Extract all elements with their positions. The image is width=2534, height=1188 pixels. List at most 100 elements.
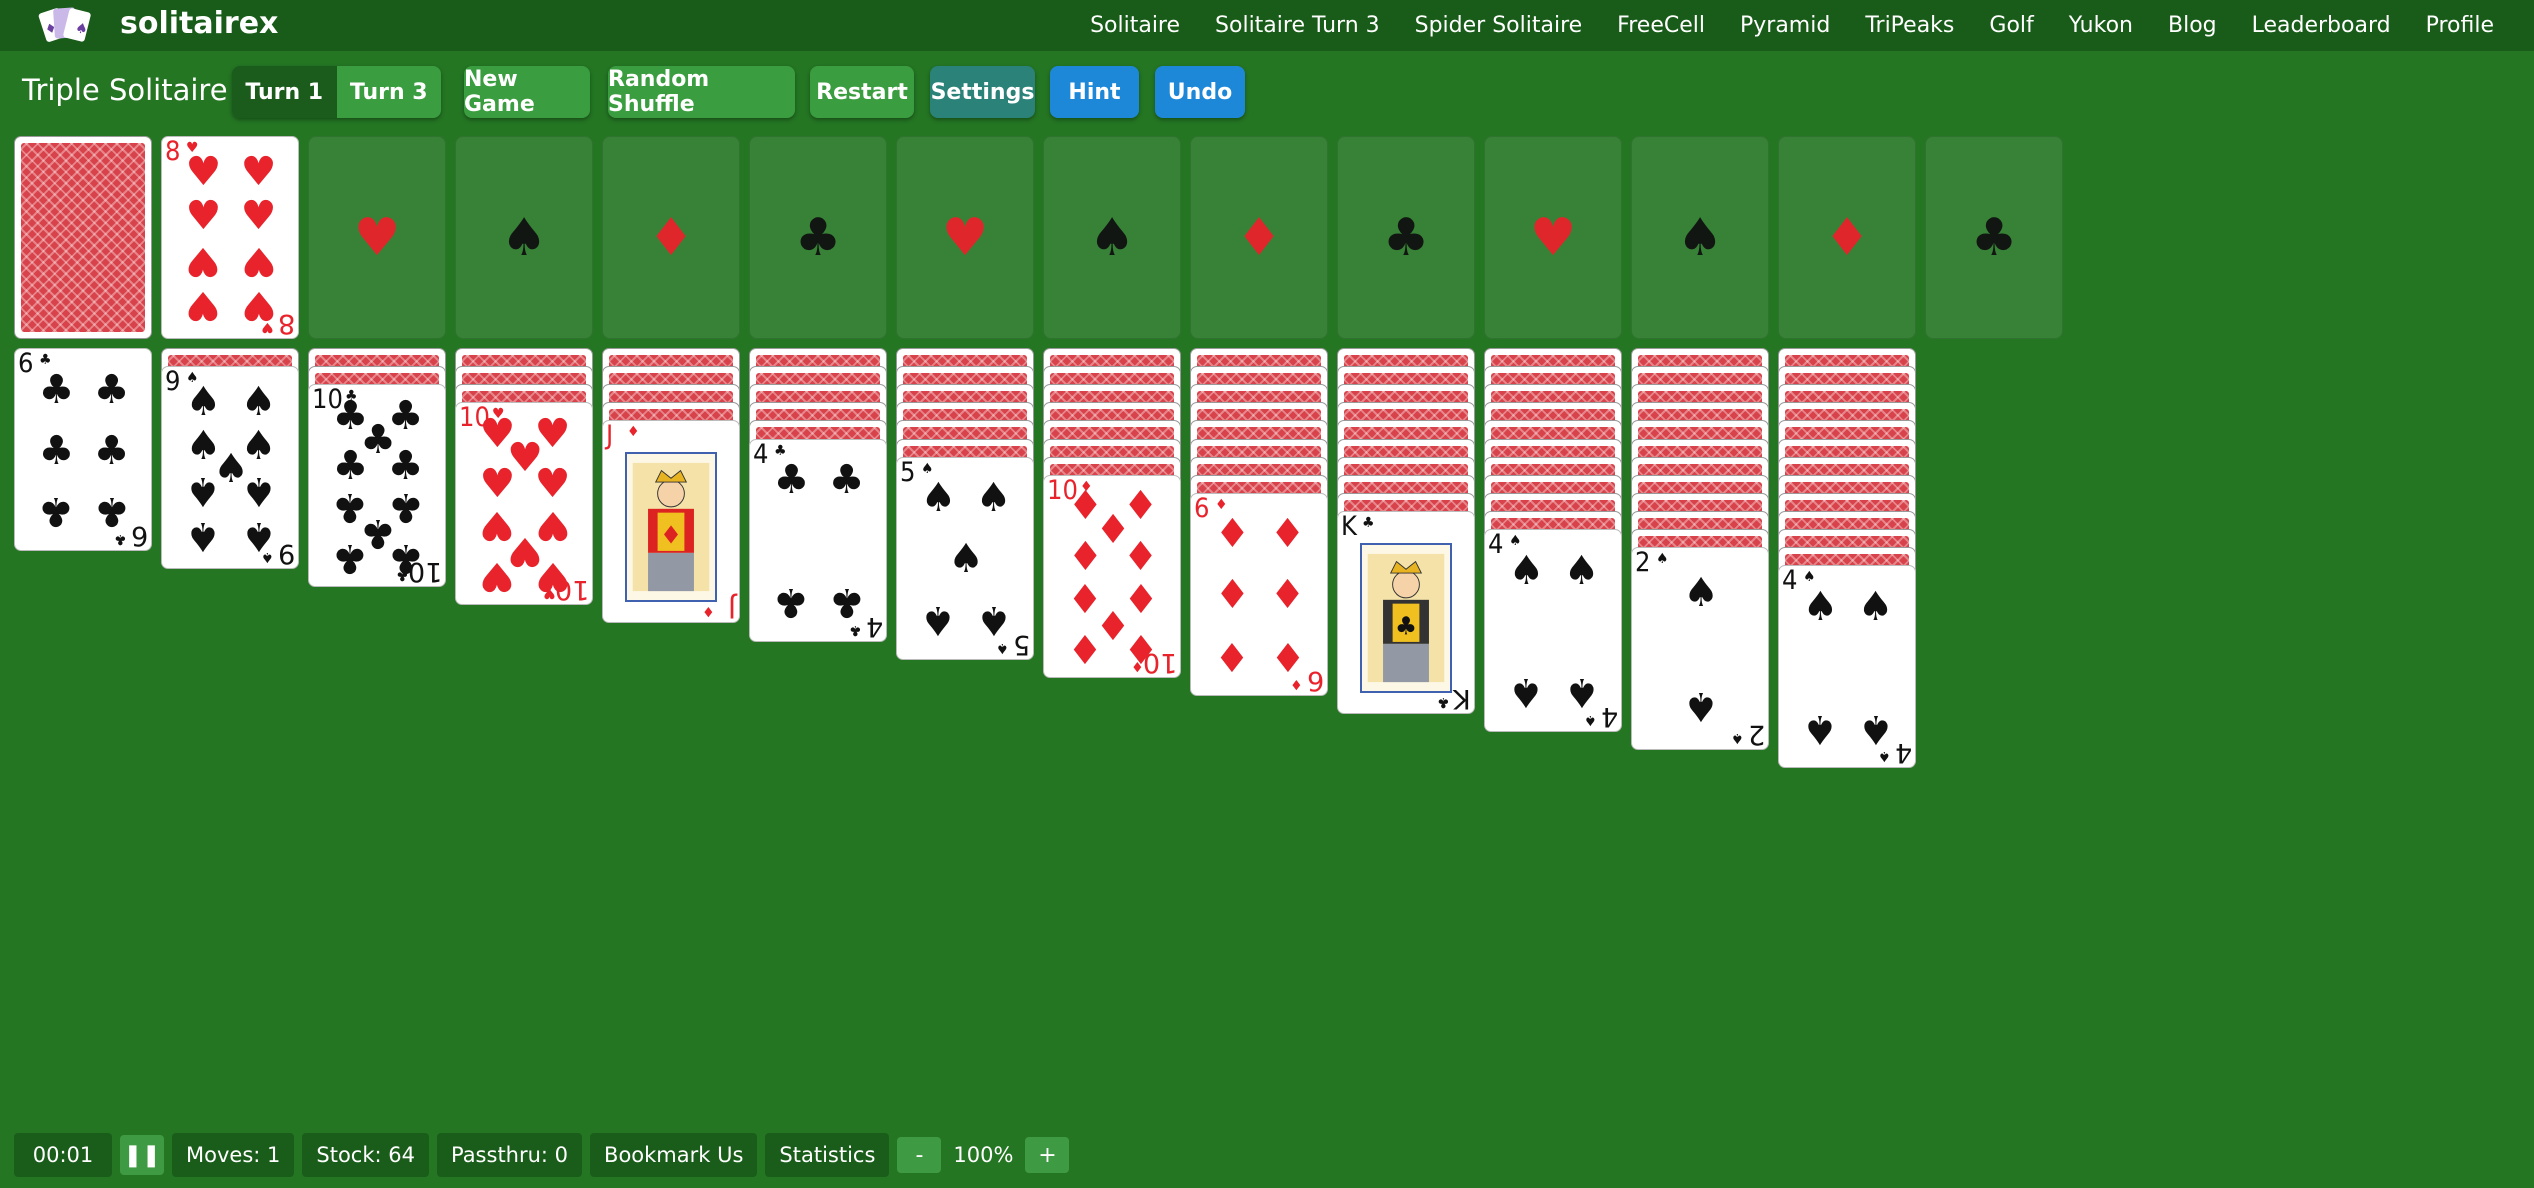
clubs-icon: ♣ xyxy=(1970,207,2018,268)
hearts-icon: ♥ xyxy=(240,282,277,329)
foundation-slot-2[interactable]: ♠ xyxy=(455,136,593,339)
diamonds-icon: ♦ xyxy=(1067,533,1104,580)
diamonds-icon: ♦ xyxy=(1215,496,1228,513)
moves-counter: Moves: 1 xyxy=(172,1133,295,1177)
hearts-icon: ♥ xyxy=(479,552,516,599)
waste-pile-card[interactable]: 8 ♥ 8 ♥ ♥ ♥ ♥ ♥ ♥ ♥ ♥ ♥ xyxy=(161,136,299,339)
tableau-card-col-9[interactable]: 6 ♦ 6 ♦ ♦ ♦ ♦ ♦ ♦ ♦ xyxy=(1190,492,1328,696)
nav-link-profile[interactable]: Profile xyxy=(2426,13,2494,38)
foundation-slot-11[interactable]: ♦ xyxy=(1778,136,1916,339)
spades-icon: ♠ xyxy=(1676,207,1724,268)
stock-counter: Stock: 64 xyxy=(302,1133,429,1177)
nav-link-solitaire[interactable]: Solitaire xyxy=(1090,13,1180,38)
turn-3-button[interactable]: Turn 3 xyxy=(336,66,441,118)
clubs-icon: ♣ xyxy=(387,534,424,581)
tableau-card-col-8[interactable]: 10 ♦ 10 ♦ ♦ ♦ ♦ ♦ ♦ ♦ ♦ ♦ ♦ ♦ xyxy=(1043,474,1181,678)
diamonds-icon: ♦ xyxy=(1122,625,1159,672)
tableau-card-col-10[interactable]: K ♣ K ♣ ♣ xyxy=(1337,510,1475,714)
foundation-slot-8[interactable]: ♣ xyxy=(1337,136,1475,339)
nav-link-freecell[interactable]: FreeCell xyxy=(1617,13,1705,38)
tableau-card-col-7[interactable]: 5 ♠ 5 ♠ ♠ ♠ ♠ ♠ ♠ xyxy=(896,456,1034,660)
nav-link-spider-solitaire[interactable]: Spider Solitaire xyxy=(1415,13,1583,38)
nav-link-blog[interactable]: Blog xyxy=(2168,13,2217,38)
foundation-slot-12[interactable]: ♣ xyxy=(1925,136,2063,339)
spades-icon: ♠ xyxy=(1563,547,1600,594)
tableau-card-col-5[interactable]: J ♦ J ♦ ♦ xyxy=(602,420,740,624)
tableau-card-col-13[interactable]: 4 ♠ 4 ♠ ♠ ♠ ♠ ♠ xyxy=(1778,565,1916,769)
tableau-card-col-6[interactable]: 4 ♣ 4 ♣ ♣ ♣ ♣ ♣ xyxy=(749,438,887,642)
hearts-icon: ♥ xyxy=(240,237,277,284)
card-rank: 6 xyxy=(1194,492,1210,524)
tableau-card-col-2[interactable]: 9 ♠ 9 ♠ ♠ ♠ ♠ ♠ ♠ ♠ ♠ ♠ ♠ xyxy=(161,366,299,570)
clubs-icon: ♣ xyxy=(774,442,787,459)
card-rank: 4 xyxy=(1782,565,1798,597)
pause-button[interactable]: ❚❚ xyxy=(120,1135,164,1175)
clubs-icon: ♣ xyxy=(39,352,52,368)
stock-pile[interactable] xyxy=(14,136,152,339)
nav-link-leaderboard[interactable]: Leaderboard xyxy=(2252,13,2391,38)
foundation-slot-4[interactable]: ♣ xyxy=(749,136,887,339)
top-nav: ♠ ♦ solitairex Solitaire Solitaire Turn … xyxy=(0,0,2534,51)
foundation-slot-1[interactable]: ♥ xyxy=(308,136,446,339)
spades-icon: ♠ xyxy=(920,475,957,522)
foundation-slot-6[interactable]: ♠ xyxy=(1043,136,1181,339)
clubs-icon: ♣ xyxy=(114,531,127,547)
card-rank: 6 xyxy=(18,348,34,379)
spades-icon: ♠ xyxy=(1508,547,1545,594)
clubs-icon: ♣ xyxy=(38,488,75,535)
card-rank: K xyxy=(1453,682,1471,714)
svg-text:♠: ♠ xyxy=(73,20,89,39)
nav-link-golf[interactable]: Golf xyxy=(1989,13,2033,38)
settings-button[interactable]: Settings xyxy=(930,66,1035,118)
nav-link-yukon[interactable]: Yukon xyxy=(2069,13,2133,38)
hint-button[interactable]: Hint xyxy=(1050,66,1139,118)
undo-button[interactable]: Undo xyxy=(1155,66,1245,118)
spades-icon: ♠ xyxy=(1563,669,1600,716)
new-game-button[interactable]: New Game xyxy=(464,66,590,118)
nav-link-solitaire-turn-3[interactable]: Solitaire Turn 3 xyxy=(1215,13,1380,38)
foundation-slot-5[interactable]: ♥ xyxy=(896,136,1034,339)
cards-logo-icon[interactable]: ♠ ♦ xyxy=(36,4,94,48)
zoom-out-button[interactable]: - xyxy=(897,1137,942,1173)
spades-icon: ♠ xyxy=(1509,533,1522,549)
clubs-icon: ♣ xyxy=(828,457,865,504)
foundation-slot-3[interactable]: ♦ xyxy=(602,136,740,339)
nav-link-pyramid[interactable]: Pyramid xyxy=(1740,13,1830,38)
hearts-icon: ♥ xyxy=(353,207,401,268)
card-rank: 4 xyxy=(865,610,883,642)
tableau-card-col-3[interactable]: 10 ♣ 10 ♣ ♣ ♣ ♣ ♣ ♣ ♣ ♣ ♣ ♣ ♣ xyxy=(308,384,446,588)
restart-button[interactable]: Restart xyxy=(810,66,914,118)
hearts-icon: ♥ xyxy=(185,282,222,329)
foundation-slot-7[interactable]: ♦ xyxy=(1190,136,1328,339)
diamonds-icon: ♦ xyxy=(1823,207,1871,268)
turn-1-button[interactable]: Turn 1 xyxy=(232,66,337,118)
spades-icon: ♠ xyxy=(975,596,1012,643)
tableau-card-col-12[interactable]: 2 ♠ 2 ♠ ♠ ♠ xyxy=(1631,547,1769,751)
zoom-in-button[interactable]: + xyxy=(1025,1137,1070,1173)
hearts-icon: ♥ xyxy=(240,148,277,195)
clubs-icon: ♣ xyxy=(332,534,369,581)
spades-icon: ♠ xyxy=(240,467,277,514)
card-rank: 2 xyxy=(1635,547,1651,579)
nav-link-tripeaks[interactable]: TriPeaks xyxy=(1865,13,1954,38)
statistics-button[interactable]: Statistics xyxy=(765,1133,890,1177)
bookmark-us-button[interactable]: Bookmark Us xyxy=(590,1133,758,1177)
card-rank: 4 xyxy=(1488,529,1504,560)
diamonds-icon: ♦ xyxy=(1214,511,1251,558)
random-shuffle-button[interactable]: Random Shuffle xyxy=(608,66,795,118)
hearts-icon: ♥ xyxy=(240,193,277,240)
diamonds-icon: ♦ xyxy=(1214,633,1251,680)
tableau-card-col-11[interactable]: 4 ♠ 4 ♠ ♠ ♠ ♠ ♠ xyxy=(1484,529,1622,732)
foundation-slot-10[interactable]: ♠ xyxy=(1631,136,1769,339)
clubs-icon: ♣ xyxy=(1362,514,1375,531)
tableau-card-col-1[interactable]: 6 ♣ 6 ♣ ♣ ♣ ♣ ♣ ♣ ♣ xyxy=(14,348,152,551)
clubs-icon: ♣ xyxy=(773,578,810,625)
diamonds-icon: ♦ xyxy=(1122,533,1159,580)
passthrus-counter: Passthru: 0 xyxy=(436,1133,583,1177)
foundation-slot-9[interactable]: ♥ xyxy=(1484,136,1622,339)
tableau-card-col-4[interactable]: 10 ♥ 10 ♥ ♥ ♥ ♥ ♥ ♥ ♥ ♥ ♥ ♥ ♥ xyxy=(455,402,593,606)
spades-icon: ♠ xyxy=(1683,569,1719,616)
card-rank: 9 xyxy=(165,366,181,398)
svg-text:♣: ♣ xyxy=(1395,611,1417,640)
brand-name[interactable]: solitairex xyxy=(120,6,278,41)
